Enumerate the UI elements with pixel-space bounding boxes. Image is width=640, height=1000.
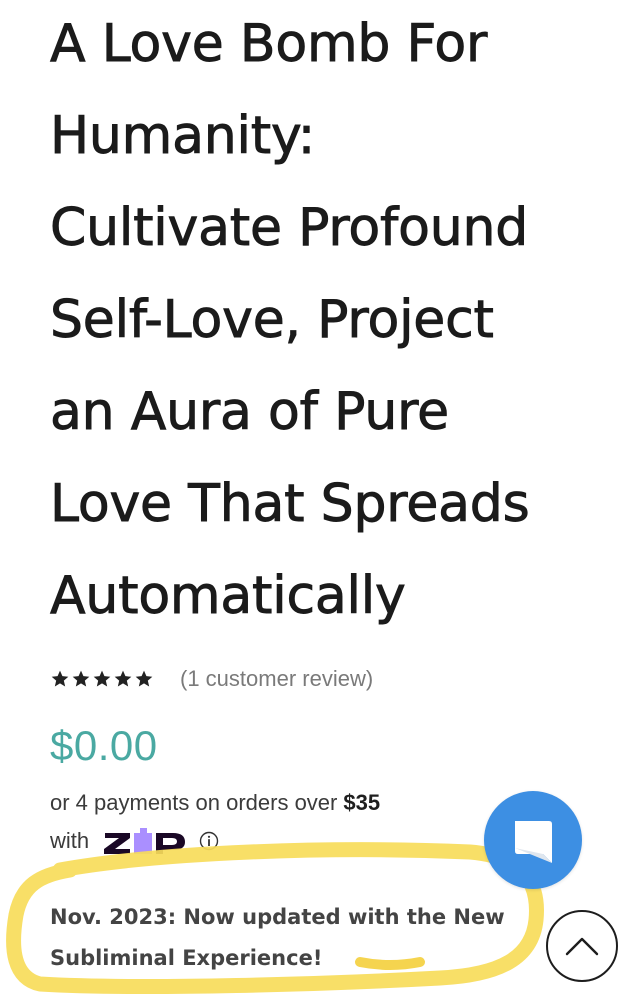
product-title: A Love Bomb For Humanity: Cultivate Prof… <box>50 14 531 627</box>
rating-row: (1 customer review) <box>50 664 373 694</box>
installment-provider-line: with <box>50 828 219 854</box>
installment-threshold: $35 <box>343 790 381 815</box>
scroll-to-top-button[interactable] <box>546 910 618 982</box>
update-note: Nov. 2023: Now updated with the New Subl… <box>50 905 505 970</box>
with-text: with <box>50 828 90 853</box>
zip-logo[interactable] <box>103 828 187 854</box>
star-rating <box>50 669 154 689</box>
star-icon <box>135 670 153 687</box>
chevron-up-icon <box>565 937 599 956</box>
star-icon <box>51 670 69 687</box>
info-circle-icon[interactable] <box>199 831 219 851</box>
chat-button[interactable] <box>484 791 582 889</box>
installment-info-line: or 4 payments on orders over $35 <box>50 790 380 816</box>
star-icon <box>72 670 90 687</box>
chat-bubble-icon <box>515 821 552 863</box>
customer-review-link[interactable]: (1 customer review) <box>180 666 373 692</box>
star-icon <box>114 670 132 687</box>
installment-text: or 4 payments on orders over <box>50 790 338 815</box>
star-icon <box>93 670 111 687</box>
product-price: $0.00 <box>50 722 158 769</box>
